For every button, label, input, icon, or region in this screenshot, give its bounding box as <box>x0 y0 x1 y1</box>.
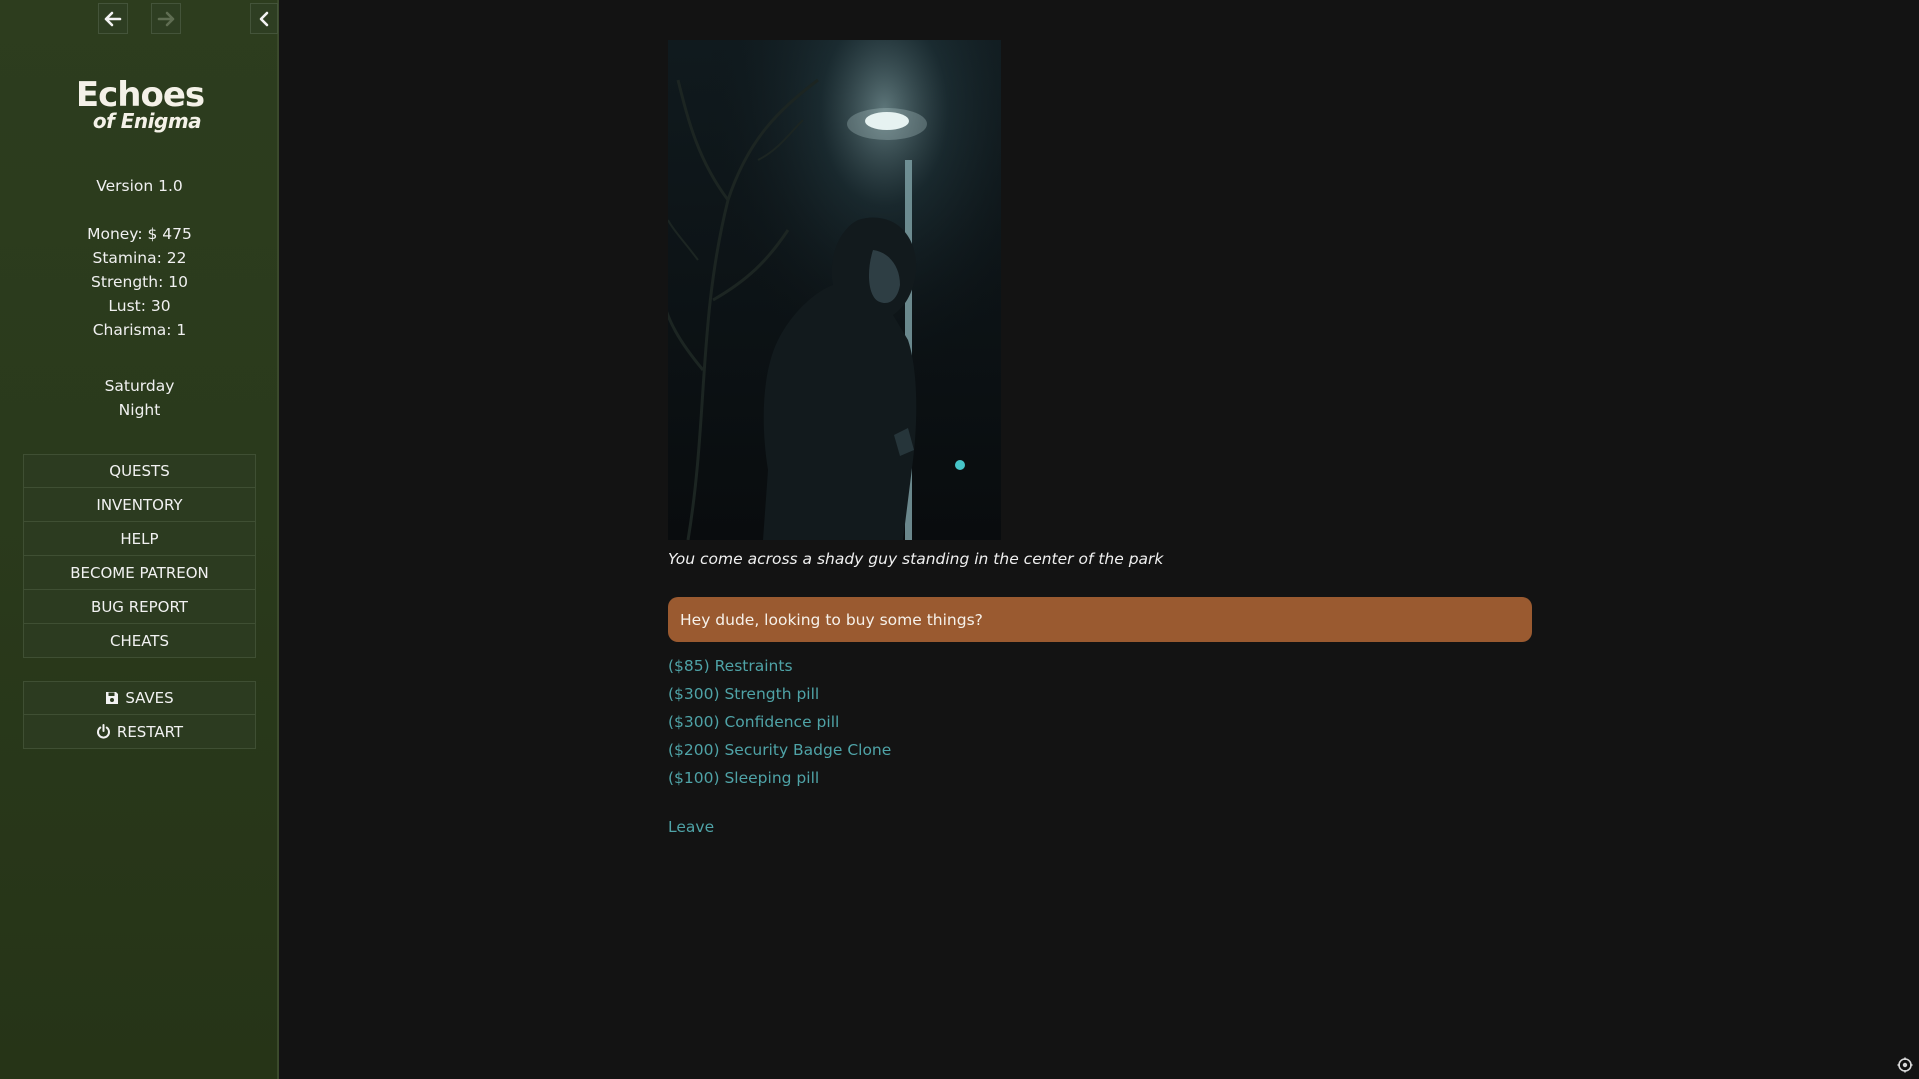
stat-stamina: Stamina: 22 <box>92 249 187 267</box>
time-panel: Saturday Night <box>0 374 279 422</box>
help-button[interactable]: HELP <box>23 522 256 556</box>
cheats-button[interactable]: CHEATS <box>23 624 256 658</box>
quests-button[interactable]: QUESTS <box>23 454 256 488</box>
main-menu: QUESTS INVENTORY HELP BECOME PATREON BUG… <box>23 454 256 658</box>
arrow-right-icon <box>157 11 175 27</box>
stat-strength: Strength: 10 <box>91 273 188 291</box>
game-window: Echoes of Enigma Version 1.0 Money: $ 47… <box>0 0 1919 1079</box>
chevron-left-icon <box>258 11 270 27</box>
stat-lust: Lust: 30 <box>108 297 171 315</box>
history-forward-button[interactable] <box>151 3 181 34</box>
option-restraints-link[interactable]: ($85) Restraints <box>668 652 891 680</box>
restart-label: RESTART <box>116 722 184 741</box>
day-label: Saturday <box>104 377 175 395</box>
sidebar-collapse-button[interactable] <box>250 3 278 34</box>
stat-money: Money: $ 475 <box>87 225 192 243</box>
arrow-left-icon <box>104 11 122 27</box>
become-patreon-button[interactable]: BECOME PATREON <box>23 556 256 590</box>
option-sleeping-pill-link[interactable]: ($100) Sleeping pill <box>668 764 891 792</box>
saves-label: SAVES <box>125 689 174 707</box>
option-confidence-pill-link[interactable]: ($300) Confidence pill <box>668 708 891 736</box>
history-back-button[interactable] <box>98 3 128 34</box>
game-logo: Echoes of Enigma <box>0 76 279 136</box>
system-menu: SAVES RESTART <box>23 681 256 749</box>
restart-button[interactable]: RESTART <box>23 715 256 749</box>
shop-options: ($85) Restraints ($300) Strength pill ($… <box>668 652 891 792</box>
option-security-badge-clone-link[interactable]: ($200) Security Badge Clone <box>668 736 891 764</box>
bug-report-button[interactable]: BUG REPORT <box>23 590 256 624</box>
inventory-button[interactable]: INVENTORY <box>23 488 256 522</box>
scene-image <box>668 40 1001 540</box>
stat-charisma: Charisma: 1 <box>92 321 187 339</box>
stats-panel: Money: $ 475 Stamina: 22 Strength: 10 Lu… <box>0 222 279 342</box>
narration-text: You come across a shady guy standing in … <box>668 550 1164 568</box>
settings-icon[interactable] <box>1897 1057 1913 1073</box>
floppy-disk-icon <box>105 691 119 705</box>
logo-subtitle: of Enigma <box>92 109 200 133</box>
power-icon <box>96 724 111 739</box>
npc-speech-bubble: Hey dude, looking to buy some things? <box>668 597 1532 642</box>
version-label: Version 1.0 <box>96 177 183 195</box>
leave-link[interactable]: Leave <box>668 818 714 836</box>
option-strength-pill-link[interactable]: ($300) Strength pill <box>668 680 891 708</box>
saves-button[interactable]: SAVES <box>23 681 256 715</box>
sidebar: Echoes of Enigma Version 1.0 Money: $ 47… <box>0 0 279 1079</box>
period-label: Night <box>118 401 161 419</box>
